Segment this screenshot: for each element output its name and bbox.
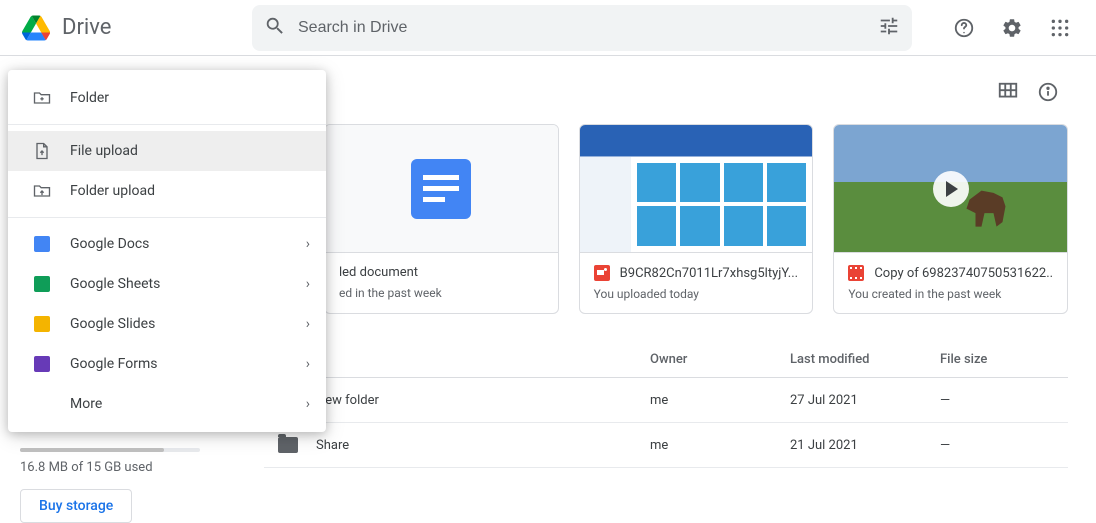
menu-item-folder-upload[interactable]: Folder upload [8, 171, 326, 211]
settings-icon[interactable] [992, 8, 1032, 48]
menu-item-forms[interactable]: Google Forms › [8, 344, 326, 384]
menu-item-docs[interactable]: Google Docs › [8, 224, 326, 264]
suggested-card[interactable]: Copy of 69823740750531622... You created… [833, 124, 1068, 314]
menu-label: Google Slides [70, 316, 155, 332]
header: Drive [0, 0, 1096, 56]
table-header: Name Owner Last modified File size [264, 342, 1068, 378]
slides-app-icon [34, 316, 50, 332]
search-icon [264, 15, 286, 41]
suggested-card[interactable]: led document ed in the past week [324, 124, 559, 314]
menu-item-file-upload[interactable]: File upload [8, 131, 326, 171]
col-header-name[interactable]: Name [272, 352, 650, 367]
menu-label: Google Forms [70, 356, 158, 372]
main-area: e ▾ led document ed in the past week [236, 56, 1096, 518]
row-name: Share [316, 438, 349, 453]
drive-logo-icon [16, 8, 56, 48]
chevron-right-icon: › [306, 396, 310, 412]
suggested-row: led document ed in the past week B9CR82C… [324, 124, 1068, 314]
image-icon [594, 265, 610, 281]
card-subtitle: You created in the past week [848, 287, 1053, 301]
forms-app-icon [34, 356, 50, 372]
header-icons [944, 8, 1080, 48]
table-row[interactable]: Share me 21 Jul 2021 — [264, 423, 1068, 468]
col-header-size[interactable]: File size [940, 352, 1060, 367]
menu-label: Google Docs [70, 236, 149, 252]
multcloud-thumb [580, 125, 813, 252]
col-header-owner[interactable]: Owner [650, 352, 790, 367]
table-row[interactable]: New folder me 27 Jul 2021 — [264, 378, 1068, 423]
menu-item-sheets[interactable]: Google Sheets › [8, 264, 326, 304]
menu-label: More [70, 396, 102, 412]
logo-area[interactable]: Drive [16, 8, 252, 48]
menu-label: Folder [70, 90, 109, 106]
menu-item-more[interactable]: More › [8, 384, 326, 424]
chevron-right-icon: › [306, 276, 310, 292]
card-title: B9CR82Cn7011Lr7xhsg5ltyjY... [620, 266, 798, 281]
toolbar: e ▾ [264, 68, 1068, 124]
grid-view-icon[interactable] [988, 72, 1028, 112]
sheets-app-icon [34, 276, 50, 292]
menu-label: File upload [70, 143, 138, 159]
card-subtitle: ed in the past week [339, 286, 544, 300]
card-subtitle: You uploaded today [594, 287, 799, 301]
card-title: led document [339, 265, 418, 280]
chevron-right-icon: › [306, 316, 310, 332]
divider [8, 217, 326, 218]
storage-used-text: 16.8 MB of 15 GB used [20, 460, 236, 475]
suggested-card[interactable]: B9CR82Cn7011Lr7xhsg5ltyjY... You uploade… [579, 124, 814, 314]
folder-icon [278, 437, 298, 453]
video-icon [848, 265, 864, 281]
chevron-right-icon: › [306, 236, 310, 252]
storage-bar [20, 448, 200, 452]
row-modified: 21 Jul 2021 [790, 438, 940, 453]
folder-upload-icon [32, 181, 52, 201]
new-context-menu: Folder File upload Folder upload Google … [8, 70, 326, 432]
tune-icon[interactable] [878, 15, 900, 41]
row-owner: me [650, 438, 790, 453]
play-icon [933, 171, 969, 207]
search-input[interactable] [298, 19, 878, 37]
video-thumb [834, 125, 1067, 252]
search-bar[interactable] [252, 5, 912, 51]
apps-icon[interactable] [1040, 8, 1080, 48]
app-title: Drive [62, 15, 111, 40]
row-size: — [940, 438, 1060, 453]
menu-label: Folder upload [70, 183, 155, 199]
col-header-modified[interactable]: Last modified [790, 352, 940, 367]
menu-item-slides[interactable]: Google Slides › [8, 304, 326, 344]
docs-app-icon [34, 236, 50, 252]
new-folder-icon [32, 88, 52, 108]
menu-label: Google Sheets [70, 276, 160, 292]
menu-item-folder[interactable]: Folder [8, 78, 326, 118]
help-icon[interactable] [944, 8, 984, 48]
row-owner: me [650, 393, 790, 408]
chevron-right-icon: › [306, 356, 310, 372]
info-icon[interactable] [1028, 72, 1068, 112]
file-upload-icon [32, 141, 52, 161]
card-title: Copy of 69823740750531622... [874, 266, 1053, 281]
docs-thumb-icon [411, 159, 471, 219]
divider [8, 124, 326, 125]
row-size: — [940, 393, 1060, 408]
row-modified: 27 Jul 2021 [790, 393, 940, 408]
